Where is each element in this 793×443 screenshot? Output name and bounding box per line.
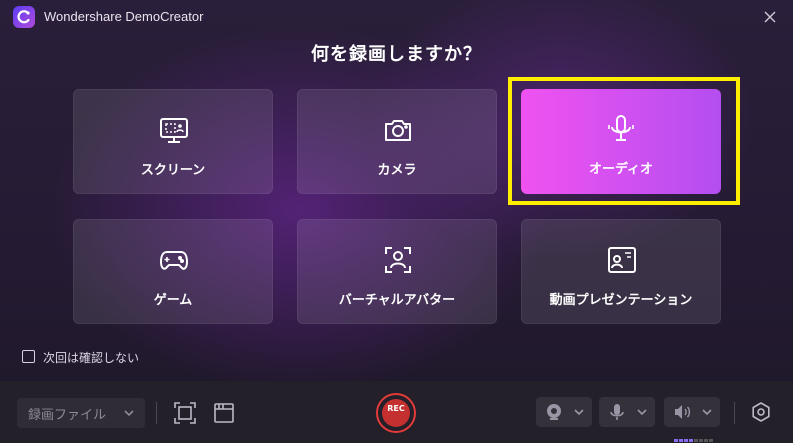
webcam-icon: [547, 404, 561, 420]
speaker-icon: [675, 405, 691, 419]
chevron-down-icon: [637, 409, 647, 416]
microphone-icon: [605, 113, 637, 145]
system-audio-select[interactable]: [664, 397, 720, 427]
close-icon[interactable]: [761, 8, 779, 26]
tile-label: カメラ: [377, 163, 417, 178]
tile-label: スクリーン: [140, 163, 206, 178]
dont-show-again-label: 次回は確認しない: [43, 351, 140, 365]
camera-source-select[interactable]: [536, 397, 592, 427]
audio-level-meter: [674, 427, 714, 442]
region-capture-icon[interactable]: [173, 401, 197, 425]
tile-label: ゲーム: [153, 293, 193, 308]
divider: [156, 402, 157, 424]
divider: [734, 402, 735, 424]
title-bar: Wondershare DemoCreator: [0, 0, 793, 36]
presentation-icon: [606, 244, 638, 276]
bottom-toolbar: 録画ファイル REC: [0, 381, 793, 443]
app-title: Wondershare DemoCreator: [44, 9, 204, 24]
rec-button[interactable]: REC: [376, 393, 416, 433]
tile-game[interactable]: ゲーム: [73, 219, 273, 324]
screen-record-icon: [158, 114, 190, 146]
window-capture-icon[interactable]: [212, 401, 236, 425]
tile-camera[interactable]: カメラ: [297, 89, 497, 194]
page-title: 何を録画しますか？: [311, 44, 482, 65]
tile-label: オーディオ: [588, 162, 654, 177]
chevron-down-icon: [124, 410, 134, 417]
avatar-icon: [382, 244, 414, 276]
tile-virtual-avatar[interactable]: バーチャルアバター: [297, 219, 497, 324]
tile-video-presentation[interactable]: 動画プレゼンテーション: [521, 219, 721, 324]
tile-audio[interactable]: オーディオ: [521, 89, 721, 194]
camera-icon: [382, 114, 414, 146]
rec-label: REC: [387, 404, 405, 413]
record-file-placeholder: 録画ファイル: [28, 408, 107, 423]
gamepad-icon: [158, 244, 190, 276]
chevron-down-icon: [702, 409, 712, 416]
microphone-source-select[interactable]: [599, 397, 655, 427]
app-logo-icon: [13, 6, 35, 28]
tile-screen[interactable]: スクリーン: [73, 89, 273, 194]
app-window: Wondershare DemoCreator 何を録画しますか？ スクリーン: [0, 0, 793, 443]
chevron-down-icon: [574, 409, 584, 416]
microphone-icon: [610, 404, 624, 420]
settings-gear-icon[interactable]: [750, 401, 772, 423]
tile-label: 動画プレゼンテーション: [549, 293, 693, 308]
record-file-select[interactable]: 録画ファイル: [17, 398, 145, 428]
dont-show-again-checkbox[interactable]: [22, 350, 35, 363]
tile-label: バーチャルアバター: [338, 293, 456, 308]
